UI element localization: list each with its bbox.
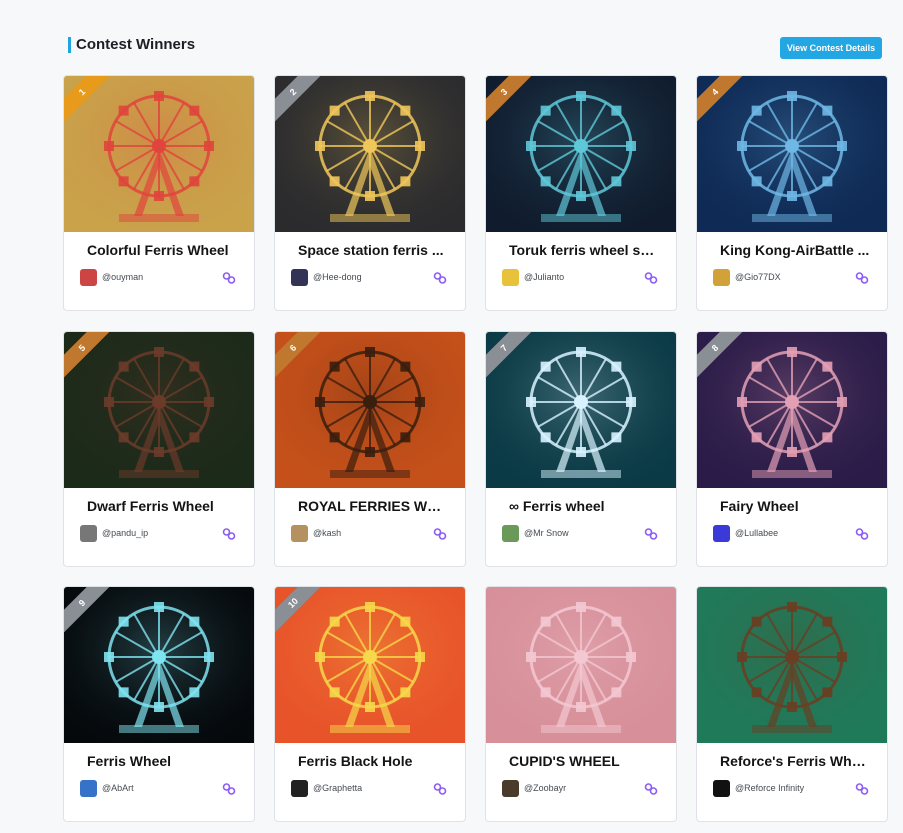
winner-card[interactable]: 3 Toruk ferris wheel sn... @Julianto [485, 75, 677, 311]
author-name[interactable]: @Gio77DX [735, 272, 781, 282]
avatar[interactable] [713, 269, 730, 286]
section-title-wrap: Contest Winners [68, 36, 195, 53]
ferris-black-hole-image[interactable] [275, 587, 465, 743]
winner-card[interactable]: 7 ∞ Ferris wheel @Mr Snow [485, 331, 677, 567]
link-icon[interactable] [644, 527, 658, 541]
winner-card[interactable]: 8 Fairy Wheel @Lullabee [696, 331, 888, 567]
card-title[interactable]: ROYAL FERRIES WH... [298, 498, 448, 514]
author-name[interactable]: @AbArt [102, 783, 134, 793]
avatar[interactable] [291, 525, 308, 542]
winner-card[interactable]: 1 Colorful Ferris Wheel @ouyman [63, 75, 255, 311]
author-name[interactable]: @kash [313, 528, 341, 538]
infinity-ferris-wheel-image[interactable] [486, 332, 676, 488]
link-icon[interactable] [433, 527, 447, 541]
avatar[interactable] [80, 269, 97, 286]
card-title[interactable]: King Kong-AirBattle ... [720, 242, 870, 258]
winner-card[interactable]: 10 Ferris Black Hole @Graphetta [274, 586, 466, 822]
card-title[interactable]: Ferris Wheel [87, 753, 237, 769]
section-title: Contest Winners [76, 36, 196, 53]
link-icon[interactable] [644, 271, 658, 285]
author-name[interactable]: @Reforce Infinity [735, 783, 804, 793]
card-title[interactable]: Toruk ferris wheel sn... [509, 242, 659, 258]
author-name[interactable]: @Hee-dong [313, 272, 362, 282]
avatar[interactable] [713, 525, 730, 542]
winner-card[interactable]: 5 Dwarf Ferris Wheel @pandu_ip [63, 331, 255, 567]
winner-card[interactable]: 9 Ferris Wheel @AbArt [63, 586, 255, 822]
section-header: Contest Winners View Contest Details [68, 34, 882, 60]
avatar[interactable] [291, 780, 308, 797]
card-title[interactable]: Dwarf Ferris Wheel [87, 498, 237, 514]
author-name[interactable]: @pandu_ip [102, 528, 148, 538]
card-title[interactable]: Colorful Ferris Wheel [87, 242, 237, 258]
king-kong-airbattle-image[interactable] [697, 76, 887, 232]
card-title[interactable]: Space station ferris ... [298, 242, 448, 258]
colorful-ferris-wheel-image[interactable] [64, 76, 254, 232]
space-station-ferris-image[interactable] [275, 76, 465, 232]
reforce-ferris-wheel-image[interactable] [697, 587, 887, 743]
author-name[interactable]: @Mr Snow [524, 528, 569, 538]
royal-ferries-wheel-image[interactable] [275, 332, 465, 488]
avatar[interactable] [502, 269, 519, 286]
link-icon[interactable] [222, 782, 236, 796]
avatar[interactable] [291, 269, 308, 286]
toruk-ferris-wheel-image[interactable] [486, 76, 676, 232]
dwarf-ferris-wheel-image[interactable] [64, 332, 254, 488]
card-title[interactable]: Fairy Wheel [720, 498, 870, 514]
author-name[interactable]: @ouyman [102, 272, 143, 282]
link-icon[interactable] [644, 782, 658, 796]
card-title[interactable]: Reforce's Ferris Whe... [720, 753, 870, 769]
author-name[interactable]: @Graphetta [313, 783, 362, 793]
link-icon[interactable] [855, 782, 869, 796]
card-title[interactable]: CUPID'S WHEEL [509, 753, 659, 769]
title-accent-bar [68, 36, 71, 53]
link-icon[interactable] [222, 271, 236, 285]
avatar[interactable] [502, 780, 519, 797]
winner-card[interactable]: 6 ROYAL FERRIES WH... @kash [274, 331, 466, 567]
link-icon[interactable] [433, 271, 447, 285]
winner-card[interactable]: 4 King Kong-AirBattle ... @Gio77DX [696, 75, 888, 311]
fairy-wheel-image[interactable] [697, 332, 887, 488]
winner-card[interactable]: CUPID'S WHEEL @Zoobayr [485, 586, 677, 822]
neon-ferris-wheel-image[interactable] [64, 587, 254, 743]
link-icon[interactable] [222, 527, 236, 541]
avatar[interactable] [80, 525, 97, 542]
winner-card[interactable]: 2 Space station ferris ... @Hee-dong [274, 75, 466, 311]
link-icon[interactable] [433, 782, 447, 796]
winner-card[interactable]: Reforce's Ferris Whe... @Reforce Infinity [696, 586, 888, 822]
card-title[interactable]: Ferris Black Hole [298, 753, 448, 769]
card-title[interactable]: ∞ Ferris wheel [509, 498, 659, 514]
author-name[interactable]: @Julianto [524, 272, 564, 282]
avatar[interactable] [80, 780, 97, 797]
cupids-wheel-image[interactable] [486, 587, 676, 743]
author-name[interactable]: @Zoobayr [524, 783, 566, 793]
view-contest-details-button[interactable]: View Contest Details [780, 37, 882, 59]
avatar[interactable] [713, 780, 730, 797]
avatar[interactable] [502, 525, 519, 542]
link-icon[interactable] [855, 527, 869, 541]
link-icon[interactable] [855, 271, 869, 285]
author-name[interactable]: @Lullabee [735, 528, 778, 538]
